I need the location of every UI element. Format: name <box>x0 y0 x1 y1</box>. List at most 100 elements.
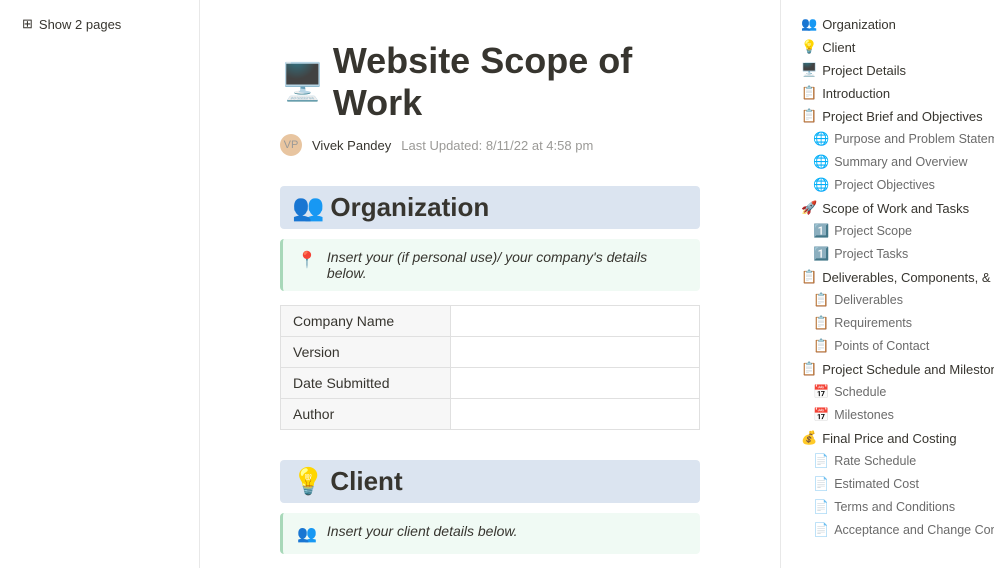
sidebar-client-icon: 💡 <box>801 39 817 55</box>
callout-icon: 📍 <box>297 250 317 270</box>
sidebar-item-project-tasks[interactable]: 1️⃣ Project Tasks <box>787 243 994 265</box>
sidebar-schedule-sub-label: Schedule <box>834 385 886 399</box>
organization-section: 👥 Organization 📍 Insert your (if persona… <box>280 186 700 430</box>
sidebar-item-project-objectives[interactable]: 🌐 Project Objectives <box>787 174 994 196</box>
sidebar-introduction-label: Introduction <box>822 86 890 101</box>
sidebar-project-brief-icon: 📋 <box>801 108 817 124</box>
sidebar-item-milestones[interactable]: 📅 Milestones <box>787 404 994 426</box>
sidebar-item-project-details[interactable]: 🖥️ Project Details <box>787 59 994 81</box>
sidebar-schedule-sub-icon: 📅 <box>813 384 829 400</box>
sidebar-item-organization[interactable]: 👥 Organization <box>787 13 994 35</box>
sidebar-terms-label: Terms and Conditions <box>834 500 955 514</box>
row-value[interactable] <box>451 399 700 430</box>
row-value[interactable] <box>451 306 700 337</box>
sidebar-scope-work-label: Scope of Work and Tasks <box>822 201 969 216</box>
sidebar-project-tasks-icon: 1️⃣ <box>813 246 829 262</box>
sidebar-deliverables-sub-label: Deliverables <box>834 293 903 307</box>
sidebar-rate-schedule-icon: 📄 <box>813 453 829 469</box>
sidebar-requirements-icon: 📋 <box>813 315 829 331</box>
row-label: Version <box>281 337 451 368</box>
sidebar-final-price-icon: 💰 <box>801 430 817 446</box>
sidebar-acceptance-label: Acceptance and Change Cont... <box>834 523 994 537</box>
sidebar-organization-label: Organization <box>822 17 896 32</box>
sidebar-terms-icon: 📄 <box>813 499 829 515</box>
sidebar-item-acceptance[interactable]: 📄 Acceptance and Change Cont... <box>787 519 994 541</box>
sidebar-project-details-icon: 🖥️ <box>801 62 817 78</box>
sidebar-item-project-scope[interactable]: 1️⃣ Project Scope <box>787 220 994 242</box>
sidebar-milestones-label: Milestones <box>834 408 894 422</box>
sidebar-organization-icon: 👥 <box>801 16 817 32</box>
sidebar-schedule-icon: 📋 <box>801 361 817 377</box>
callout-client-icon: 👥 <box>297 524 317 544</box>
sidebar-item-deliverables-sub[interactable]: 📋 Deliverables <box>787 289 994 311</box>
avatar: VP <box>280 134 302 156</box>
sidebar-item-points-contact[interactable]: 📋 Points of Contact <box>787 335 994 357</box>
callout-text: Insert your (if personal use)/ your comp… <box>327 249 686 281</box>
sidebar-item-client[interactable]: 💡 Client <box>787 36 994 58</box>
sidebar-summary-label: Summary and Overview <box>834 155 967 169</box>
sidebar-item-requirements[interactable]: 📋 Requirements <box>787 312 994 334</box>
sidebar-requirements-label: Requirements <box>834 316 912 330</box>
sidebar-scope-work-icon: 🚀 <box>801 200 817 216</box>
sidebar-purpose-icon: 🌐 <box>813 131 829 147</box>
sidebar-item-schedule[interactable]: 📋 Project Schedule and Milestones <box>787 358 994 380</box>
sidebar-item-purpose[interactable]: 🌐 Purpose and Problem Statem... <box>787 128 994 150</box>
client-emoji: 💡 <box>292 466 324 497</box>
client-callout: 👥 Insert your client details below. <box>280 513 700 554</box>
sidebar-item-final-price[interactable]: 💰 Final Price and Costing <box>787 427 994 449</box>
page-title-emoji: 🖥️ <box>280 61 325 103</box>
sidebar-item-terms[interactable]: 📄 Terms and Conditions <box>787 496 994 518</box>
sidebar-project-brief-label: Project Brief and Objectives <box>822 109 982 124</box>
organization-emoji: 👥 <box>292 192 324 223</box>
sidebar-deliverables-icon: 📋 <box>801 269 817 285</box>
client-heading-text: Client <box>330 466 402 497</box>
sidebar-introduction-icon: 📋 <box>801 85 817 101</box>
sidebar-rate-schedule-label: Rate Schedule <box>834 454 916 468</box>
pages-icon: ⊞ <box>22 16 33 32</box>
last-updated: Last Updated: 8/11/22 at 4:58 pm <box>401 138 593 153</box>
organization-heading-text: Organization <box>330 192 489 223</box>
sidebar-estimated-cost-label: Estimated Cost <box>834 477 919 491</box>
sidebar-item-schedule-sub[interactable]: 📅 Schedule <box>787 381 994 403</box>
table-row: Date Submitted <box>281 368 700 399</box>
row-label: Date Submitted <box>281 368 451 399</box>
sidebar-project-scope-label: Project Scope <box>834 224 912 238</box>
page-title: 🖥️ Website Scope of Work <box>280 40 700 124</box>
sidebar-item-summary[interactable]: 🌐 Summary and Overview <box>787 151 994 173</box>
sidebar-item-scope-work[interactable]: 🚀 Scope of Work and Tasks <box>787 197 994 219</box>
table-row: Version <box>281 337 700 368</box>
organization-callout: 📍 Insert your (if personal use)/ your co… <box>280 239 700 291</box>
sidebar-project-tasks-label: Project Tasks <box>834 247 908 261</box>
sidebar-item-estimated-cost[interactable]: 📄 Estimated Cost <box>787 473 994 495</box>
show-pages-button[interactable]: ⊞ Show 2 pages <box>16 12 127 36</box>
organization-table: Company Name Version Date Submitted Auth… <box>280 305 700 430</box>
show-pages-label: Show 2 pages <box>39 17 121 32</box>
sidebar-schedule-label: Project Schedule and Milestones <box>822 362 994 377</box>
sidebar-objectives-label: Project Objectives <box>834 178 935 192</box>
sidebar-acceptance-icon: 📄 <box>813 522 829 538</box>
row-value[interactable] <box>451 368 700 399</box>
page-meta: VP Vivek Pandey Last Updated: 8/11/22 at… <box>280 134 700 156</box>
author-name[interactable]: Vivek Pandey <box>312 138 391 153</box>
left-panel: ⊞ Show 2 pages <box>0 0 200 568</box>
sidebar-item-project-brief[interactable]: 📋 Project Brief and Objectives <box>787 105 994 127</box>
client-section: 💡 Client 👥 Insert your client details be… <box>280 460 700 568</box>
page-title-text: Website Scope of Work <box>333 40 700 124</box>
organization-heading: 👥 Organization <box>280 186 700 229</box>
client-heading: 💡 Client <box>280 460 700 503</box>
callout-client-text: Insert your client details below. <box>327 523 518 539</box>
table-row: Author <box>281 399 700 430</box>
sidebar-item-introduction[interactable]: 📋 Introduction <box>787 82 994 104</box>
sidebar-points-contact-label: Points of Contact <box>834 339 929 353</box>
row-label: Company Name <box>281 306 451 337</box>
main-content: 🖥️ Website Scope of Work VP Vivek Pandey… <box>200 0 780 568</box>
row-value[interactable] <box>451 337 700 368</box>
sidebar-final-price-label: Final Price and Costing <box>822 431 956 446</box>
right-sidebar: 👥 Organization 💡 Client 🖥️ Project Detai… <box>780 0 1000 568</box>
sidebar-item-deliverables[interactable]: 📋 Deliverables, Components, & R... <box>787 266 994 288</box>
sidebar-item-rate-schedule[interactable]: 📄 Rate Schedule <box>787 450 994 472</box>
sidebar-deliverables-sub-icon: 📋 <box>813 292 829 308</box>
sidebar-client-label: Client <box>822 40 855 55</box>
sidebar-points-contact-icon: 📋 <box>813 338 829 354</box>
sidebar-purpose-label: Purpose and Problem Statem... <box>834 132 994 146</box>
